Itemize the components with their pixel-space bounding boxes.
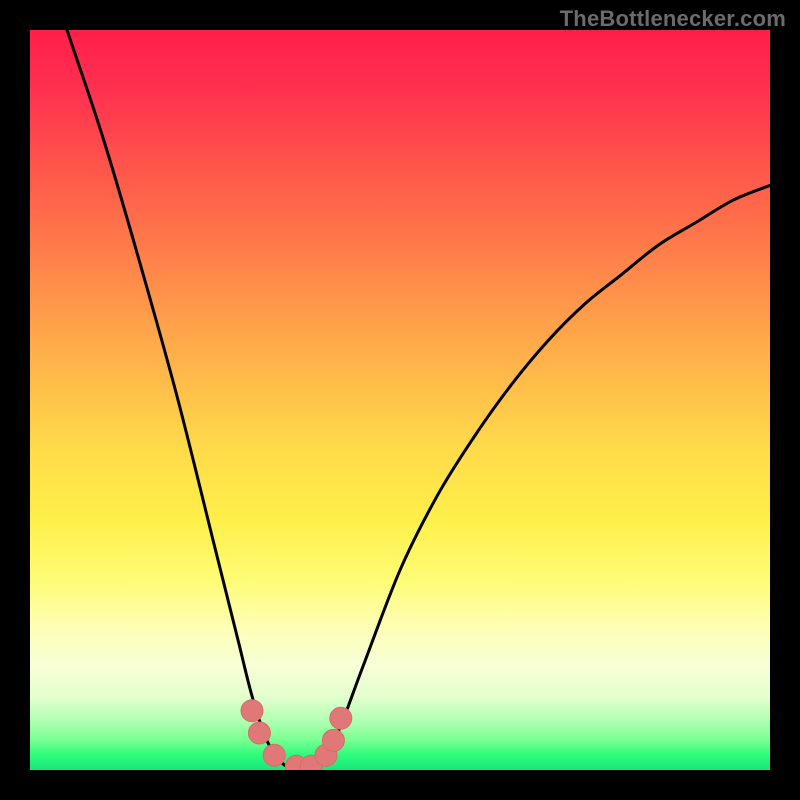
- watermark-text: TheBottlenecker.com: [560, 6, 786, 32]
- chart-frame: TheBottlenecker.com: [0, 0, 800, 800]
- heat-gradient-background: [30, 30, 770, 770]
- plot-area: [30, 30, 770, 770]
